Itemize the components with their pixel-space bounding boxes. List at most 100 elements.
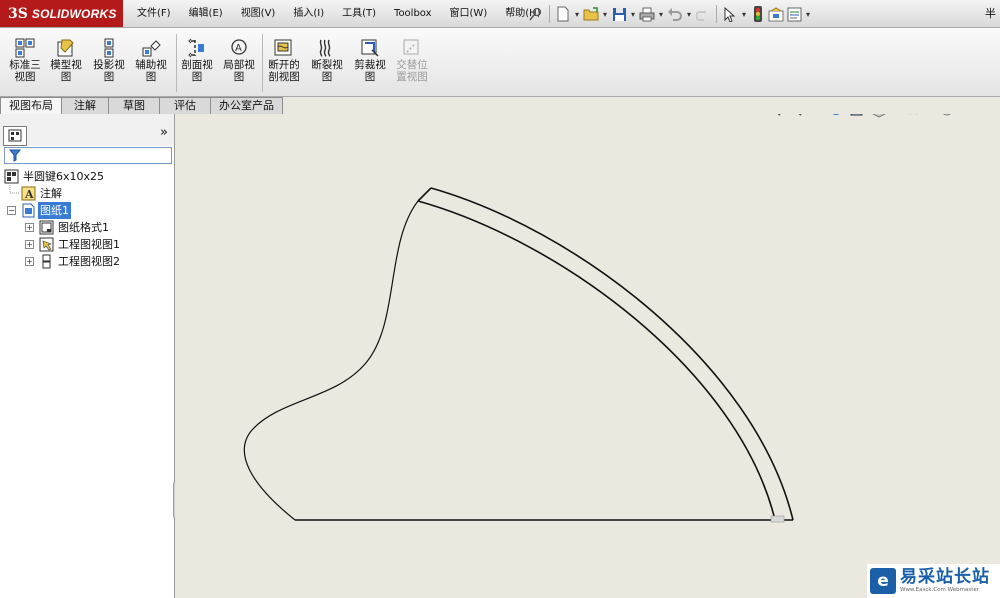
tab-evaluate[interactable]: 评估 xyxy=(160,97,211,115)
menu-edit[interactable]: 编辑(E) xyxy=(180,0,232,27)
traffic-light-icon[interactable] xyxy=(750,6,766,22)
command-label: 断开的 剖视图 xyxy=(268,59,300,83)
feature-tree: 半圆键6x10x25 A 注解 − 图纸1 + 图纸格式1 + 工程图视图1 +… xyxy=(0,168,174,270)
corner-marker xyxy=(770,515,785,523)
tree-item-label: 工程图视图2 xyxy=(58,255,120,268)
alternate-position-view-button[interactable]: 交替位 置视图 xyxy=(392,32,432,92)
arc-end-cap-top xyxy=(417,187,432,202)
sheet-format-icon xyxy=(39,220,54,235)
auxiliary-view-icon xyxy=(142,40,161,57)
projected-view-button[interactable]: 投影视 图 xyxy=(89,32,129,92)
expand-toggle-icon[interactable]: + xyxy=(25,257,34,266)
tree-item-sheet[interactable]: − 图纸1 xyxy=(0,202,174,219)
sheet-icon xyxy=(22,203,35,218)
display-style-icon[interactable] xyxy=(850,114,863,116)
standard-3-view-button[interactable]: 标准三 视图 xyxy=(5,32,45,92)
command-label: 辅助视 图 xyxy=(135,59,167,83)
auxiliary-view-button[interactable]: 辅助视 图 xyxy=(131,32,171,92)
tab-annotation[interactable]: 注解 xyxy=(62,97,109,115)
expand-toggle-icon[interactable]: + xyxy=(25,240,34,249)
section-view-button[interactable]: 剖面视 图 xyxy=(177,32,217,92)
logo-name: SOLIDWORKS xyxy=(31,6,117,21)
svg-text:A: A xyxy=(24,188,34,201)
tab-office-products[interactable]: 办公室产品 xyxy=(211,97,283,115)
window-title-fragment: 半 xyxy=(985,7,996,20)
command-label: 标准三 视图 xyxy=(9,59,41,83)
select-arrow-icon[interactable] xyxy=(722,6,738,22)
select-dropdown-icon[interactable]: ▾ xyxy=(740,10,748,19)
print-icon[interactable] xyxy=(639,6,655,22)
pin-icon[interactable] xyxy=(528,6,544,22)
feature-tree-icon xyxy=(8,129,22,142)
menu-toolbox[interactable]: Toolbox xyxy=(385,0,441,27)
tree-root[interactable]: 半圆键6x10x25 xyxy=(0,168,174,185)
options-icon[interactable] xyxy=(768,6,784,22)
expand-toggle-icon[interactable]: + xyxy=(25,223,34,232)
outer-arc xyxy=(430,187,794,521)
model-view-button[interactable]: 模型视 图 xyxy=(46,32,86,92)
tree-item-drawing-view-1[interactable]: + 工程图视图1 xyxy=(0,236,174,253)
new-document-icon[interactable] xyxy=(555,6,571,22)
properties-dropdown-icon[interactable]: ▾ xyxy=(804,10,812,19)
tree-filter[interactable] xyxy=(4,147,172,164)
print-dropdown-icon[interactable]: ▾ xyxy=(657,10,665,19)
watermark-logo-icon: e xyxy=(870,568,896,594)
expand-panel-icon[interactable]: » xyxy=(160,125,168,140)
tree-item-label: 图纸1 xyxy=(38,202,71,219)
break-view-button[interactable]: 断裂视 图 xyxy=(307,32,347,92)
tree-item-annotations[interactable]: A 注解 xyxy=(0,185,174,202)
drawing-view-geometry[interactable] xyxy=(243,187,794,523)
command-label: 投影视 图 xyxy=(93,59,125,83)
zoom-area-icon[interactable] xyxy=(789,114,802,116)
feature-manager-panel: » 半圆键6x10x25 A 注解 − 图纸1 + 图纸格式1 + 工程图视图1 xyxy=(0,114,175,598)
menu-file[interactable]: 文件(F) xyxy=(128,0,180,27)
drawing-sheet: ▾ ▾ xyxy=(243,114,953,523)
watermark-badge: e 易采站长站 Www.Easck.Com Webmaster xyxy=(867,564,1000,598)
menu-window[interactable]: 窗口(W) xyxy=(441,0,497,27)
undo-icon[interactable] xyxy=(667,6,683,22)
inner-arc xyxy=(417,200,776,521)
section-view-icon xyxy=(188,38,204,58)
tree-item-label: 工程图视图1 xyxy=(58,238,120,251)
appearance-sphere-icon[interactable] xyxy=(941,114,953,116)
menu-bar: 文件(F) 编辑(E) 视图(V) 插入(I) 工具(T) Toolbox 窗口… xyxy=(128,0,550,27)
detail-view-icon: A xyxy=(231,39,247,55)
tab-sketch[interactable]: 草图 xyxy=(109,97,160,115)
menu-view[interactable]: 视图(V) xyxy=(232,0,285,27)
redo-icon[interactable] xyxy=(695,6,711,22)
menu-tools[interactable]: 工具(T) xyxy=(333,0,385,27)
drawing-canvas[interactable]: ▾ ▾ e 易采站长站 Www.Easck.Com Webmaster xyxy=(175,114,1000,598)
tree-item-sheet-format[interactable]: + 图纸格式1 xyxy=(0,219,174,236)
watermark-title: 易采站长站 xyxy=(900,567,990,587)
model-view-icon xyxy=(57,39,74,57)
command-manager: 标准三 视图 模型视 图 投影视 图 辅助视 图 剖面视 图 A 局部视 图 断… xyxy=(0,28,1000,97)
tree-root-label: 半圆键6x10x25 xyxy=(23,170,105,183)
new-dropdown-icon[interactable]: ▾ xyxy=(573,10,581,19)
open-folder-icon[interactable] xyxy=(583,6,599,22)
feature-manager-tab[interactable] xyxy=(3,126,27,146)
tab-view-layout[interactable]: 视图布局 xyxy=(0,97,62,115)
projected-view-icon xyxy=(104,38,114,58)
open-dropdown-icon[interactable]: ▾ xyxy=(601,10,609,19)
view-orientation-icon[interactable] xyxy=(872,114,886,118)
tree-item-drawing-view-2[interactable]: + 工程图视图2 xyxy=(0,253,174,270)
menu-insert[interactable]: 插入(I) xyxy=(284,0,333,27)
command-manager-tabs: 视图布局 注解 草图 评估 办公室产品 xyxy=(0,97,283,115)
zoom-to-fit-icon[interactable] xyxy=(768,114,781,116)
solidworks-logo[interactable]: 3S SOLIDWORKS xyxy=(0,0,123,27)
drawing-icon xyxy=(4,169,19,184)
properties-icon[interactable] xyxy=(786,6,802,22)
save-icon[interactable] xyxy=(611,6,627,22)
broken-out-section-button[interactable]: 断开的 剖视图 xyxy=(264,32,304,92)
command-label: 模型视 图 xyxy=(50,59,82,83)
filter-icon xyxy=(9,149,21,162)
command-label: 断裂视 图 xyxy=(311,59,343,83)
toolbar-separator xyxy=(549,5,550,23)
detail-view-button[interactable]: A 局部视 图 xyxy=(219,32,259,92)
tree-item-label: 图纸格式1 xyxy=(58,221,109,234)
save-dropdown-icon[interactable]: ▾ xyxy=(629,10,637,19)
alternate-position-view-icon xyxy=(403,39,419,55)
collapse-toggle-icon[interactable]: − xyxy=(7,206,16,215)
undo-dropdown-icon[interactable]: ▾ xyxy=(685,10,693,19)
crop-view-button[interactable]: 剪裁视 图 xyxy=(350,32,390,92)
